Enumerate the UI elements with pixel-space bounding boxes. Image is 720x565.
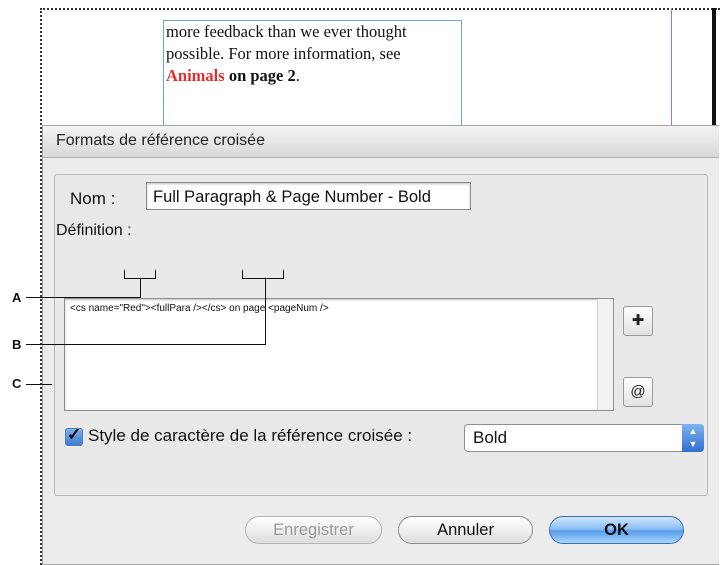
page-edge — [712, 8, 716, 130]
insert-text-button[interactable]: ✚ — [623, 306, 653, 336]
callout-b-bracket-right — [283, 270, 284, 279]
frame-text-line-3: Animals on page 2. — [166, 65, 458, 87]
definition-text: <cs name="Red"><fullPara /></cs> on page… — [70, 303, 329, 314]
callout-a-bracket-left — [124, 270, 125, 279]
definition-label: Définition : — [56, 222, 132, 239]
char-style-label: Style de caractère de la référence crois… — [88, 426, 413, 445]
insert-text-icon: ✚ — [631, 312, 645, 329]
frame-text-line-2: possible. For more information, see — [166, 44, 401, 63]
cross-reference-page: on page 2 — [224, 66, 296, 85]
definition-scrollbar[interactable] — [597, 299, 613, 410]
dialog-titlebar: Formats de référence croisée — [43, 126, 719, 158]
select-arrows-icon: ▲ ▼ — [682, 424, 704, 452]
callout-a-stem — [140, 278, 141, 298]
callout-b-bracket — [242, 278, 284, 279]
at-icon: @ — [630, 383, 646, 400]
frame-text: more feedback than we ever thought possi… — [166, 21, 458, 87]
callout-a-line — [26, 297, 141, 298]
char-style-value: Bold — [473, 428, 508, 447]
checkmark-icon: ✓ — [67, 425, 82, 444]
ok-button[interactable]: OK — [549, 516, 684, 544]
definition-textarea[interactable]: <cs name="Red"><fullPara /></cs> on page… — [64, 298, 614, 411]
callout-a-bracket — [124, 278, 156, 279]
callout-c: C — [12, 376, 22, 391]
format-panel: <cs name="Red"><fullPara /></cs> on page… — [54, 174, 708, 496]
column-guide — [671, 8, 672, 130]
dialog-title: Formats de référence croisée — [56, 132, 265, 149]
callout-a: A — [12, 290, 22, 305]
cross-reference-link[interactable]: Animals — [166, 66, 225, 85]
callout-b-stem — [265, 278, 266, 345]
page-boundary-top — [40, 8, 720, 10]
char-style-select[interactable]: Bold ▲ ▼ — [464, 424, 704, 452]
name-label: Nom : — [70, 189, 116, 208]
cross-reference-formats-dialog: Formats de référence croisée <cs name="R… — [42, 125, 719, 565]
char-style-checkbox[interactable]: ✓ — [65, 425, 83, 446]
frame-text-line-1: more feedback than we ever thought — [166, 22, 407, 41]
callout-a-bracket-right — [155, 270, 156, 279]
callout-b: B — [12, 337, 22, 352]
save-button[interactable]: Enregistrer — [245, 516, 382, 544]
name-field[interactable]: Full Paragraph & Page Number - Bold — [146, 182, 471, 210]
insert-special-character-button[interactable]: @ — [623, 377, 653, 407]
callout-b-bracket-left — [242, 270, 243, 279]
cancel-button[interactable]: Annuler — [398, 516, 533, 544]
callout-c-line — [26, 384, 52, 385]
callout-b-line — [26, 344, 266, 345]
period: . — [295, 66, 300, 85]
